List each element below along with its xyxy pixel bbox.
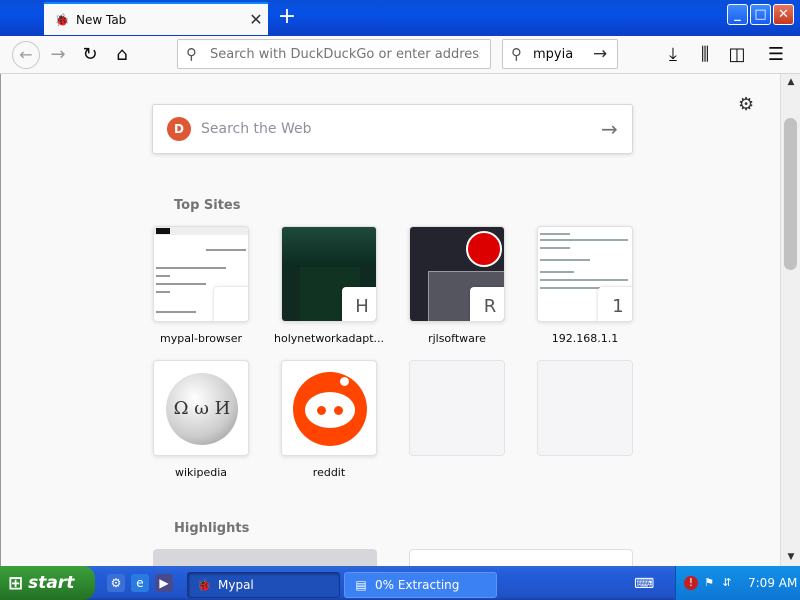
mypal-icon: 🐞 (54, 12, 70, 27)
tab-new-tab[interactable]: 🐞 New Tab ✕ (44, 2, 268, 35)
search-icon: ⚲ (186, 45, 197, 63)
security-icon[interactable]: ! (684, 576, 698, 590)
home-icon[interactable]: ⌂ (110, 43, 134, 67)
top-site-label: rjlsoftware (428, 332, 486, 345)
site-badge: H (342, 287, 376, 321)
top-site-label: holynetworkadapt... (274, 332, 384, 345)
windows-flag-icon: ⊞ (8, 572, 24, 594)
top-site-label: 192.168.1.1 (551, 332, 619, 345)
extract-icon: ▤ (355, 578, 367, 592)
duckduckgo-icon: D (167, 117, 191, 141)
top-site-tile[interactable]: R (409, 226, 505, 322)
taskbar: ⊞ start ⚙ e ▶ 🐞 Mypal ▤ 0% Extracting ⌨ … (0, 566, 800, 600)
download-icon[interactable]: ⤓ (661, 43, 685, 67)
taskbar-item-extracting[interactable]: ▤ 0% Extracting (344, 572, 497, 598)
system-tray: ! ⚑ ⇵ 7:09 AM (675, 566, 800, 600)
top-site-label: mypal-browser (160, 332, 242, 345)
new-tab-page: ⚙ D → Top Sites mypal-browser H holynetw… (0, 74, 780, 566)
search-go-icon[interactable]: → (593, 44, 607, 64)
task-label: Mypal (218, 578, 254, 592)
tab-close-icon[interactable]: ✕ (244, 10, 268, 29)
task-label: 0% Extracting (375, 578, 460, 592)
internet-explorer-icon[interactable]: e (131, 574, 149, 592)
maximize-button[interactable]: □ (750, 4, 771, 25)
top-site-tile[interactable]: Ω ω И (153, 360, 249, 456)
top-site-label: reddit (312, 466, 346, 479)
top-site-tile[interactable]: H (281, 226, 377, 322)
web-search-box[interactable]: D → (152, 104, 633, 154)
network-icon[interactable]: ⚑ (702, 576, 716, 590)
search-go-icon[interactable]: → (601, 117, 618, 141)
nav-toolbar: ← → ↻ ⌂ ⚲ ⚲ → ⤓ ⫼ ◫ ☰ (0, 36, 800, 74)
site-badge: R (470, 287, 504, 321)
top-site-tile[interactable]: 1 (537, 226, 633, 322)
tab-title: New Tab (76, 12, 127, 27)
scroll-thumb[interactable] (784, 118, 797, 270)
scroll-up-icon[interactable]: ▲ (782, 74, 800, 91)
search-bar[interactable]: ⚲ → (502, 39, 618, 69)
sidebar-icon[interactable]: ◫ (725, 43, 749, 67)
close-button[interactable]: ✕ (773, 4, 794, 25)
site-badge: 1 (598, 287, 632, 321)
menu-icon[interactable]: ☰ (764, 43, 788, 67)
web-search-input[interactable] (201, 121, 601, 137)
start-button[interactable]: ⊞ start (0, 566, 95, 600)
library-icon[interactable]: ⫼ (693, 43, 717, 67)
top-site-label: wikipedia (174, 466, 227, 479)
reload-icon[interactable]: ↻ (78, 43, 102, 67)
address-input[interactable] (210, 46, 480, 62)
show-desktop-icon[interactable]: ⚙ (107, 574, 125, 592)
media-player-icon[interactable]: ▶ (155, 574, 173, 592)
address-bar[interactable]: ⚲ (177, 39, 491, 69)
keyboard-icon[interactable]: ⌨ (634, 576, 654, 592)
site-badge (214, 287, 248, 321)
mypal-icon: 🐞 (196, 578, 212, 592)
search-icon: ⚲ (511, 45, 522, 63)
top-site-tile[interactable] (281, 360, 377, 456)
start-label: start (28, 573, 75, 593)
taskbar-item-mypal[interactable]: 🐞 Mypal (187, 572, 340, 598)
clock: 7:09 AM (748, 576, 798, 590)
top-sites-heading: Top Sites (174, 198, 241, 213)
gear-icon[interactable]: ⚙ (738, 94, 754, 115)
empty-top-site-slot[interactable] (409, 360, 505, 456)
safely-remove-icon[interactable]: ⇵ (720, 576, 734, 590)
quick-launch: ⚙ e ▶ (107, 574, 173, 592)
top-site-tile[interactable] (153, 226, 249, 322)
minimize-button[interactable]: _ (727, 4, 748, 25)
highlights-heading: Highlights (174, 521, 250, 536)
empty-top-site-slot[interactable] (537, 360, 633, 456)
wikipedia-icon: Ω ω И (166, 373, 238, 445)
new-tab-button[interactable]: + (276, 4, 298, 30)
back-icon[interactable]: ← (12, 41, 40, 69)
highlight-card[interactable] (409, 549, 633, 566)
forward-icon[interactable]: → (46, 43, 70, 67)
scroll-down-icon[interactable]: ▼ (782, 549, 800, 566)
title-bar: 🐞 New Tab ✕ + _ □ ✕ (0, 0, 800, 36)
page-scrollbar[interactable]: ▲ ▼ (780, 74, 800, 566)
highlight-card[interactable] (153, 549, 377, 566)
search-input[interactable] (533, 46, 593, 62)
